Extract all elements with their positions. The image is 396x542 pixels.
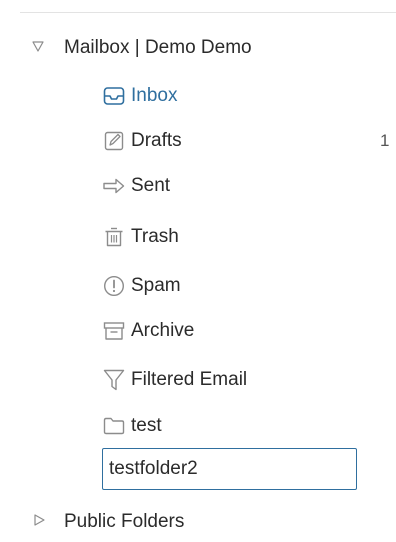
folder-item-inbox[interactable]: Inbox bbox=[92, 78, 392, 114]
folder-label-drafts: Drafts bbox=[131, 130, 182, 151]
spam-icon bbox=[102, 274, 126, 298]
drafts-icon bbox=[102, 129, 126, 153]
folder-item-filtered-email[interactable]: Filtered Email bbox=[92, 362, 392, 398]
folder-item-test[interactable]: test bbox=[92, 408, 392, 444]
filter-icon bbox=[102, 368, 126, 392]
trash-icon bbox=[102, 225, 126, 249]
archive-icon bbox=[102, 319, 126, 343]
folder-item-drafts[interactable]: Drafts 1 bbox=[92, 123, 392, 159]
folder-item-spam[interactable]: Spam bbox=[92, 268, 392, 304]
drafts-count-badge: 1 bbox=[380, 131, 390, 150]
inbox-icon bbox=[102, 84, 126, 108]
folder-label-trash: Trash bbox=[131, 226, 179, 247]
folder-item-archive[interactable]: Archive bbox=[92, 313, 392, 349]
mailbox-expand-toggle-icon[interactable] bbox=[30, 38, 46, 54]
folder-item-sent[interactable]: Sent bbox=[92, 168, 392, 204]
new-folder-name-input[interactable] bbox=[102, 448, 357, 490]
folder-item-trash[interactable]: Trash bbox=[92, 219, 392, 255]
public-folders-title[interactable]: Public Folders bbox=[64, 510, 184, 534]
folder-label-test: test bbox=[131, 415, 162, 436]
folder-label-inbox: Inbox bbox=[131, 85, 178, 106]
folder-label-sent: Sent bbox=[131, 175, 171, 196]
folder-label-archive: Archive bbox=[131, 320, 195, 341]
folder-label-filtered-email: Filtered Email bbox=[131, 369, 248, 390]
public-folders-expand-toggle-icon[interactable] bbox=[31, 512, 47, 528]
folder-icon bbox=[102, 414, 126, 438]
folder-label-spam: Spam bbox=[131, 275, 181, 296]
sent-icon bbox=[102, 174, 126, 198]
mailbox-title[interactable]: Mailbox | Demo Demo bbox=[64, 36, 252, 60]
top-divider bbox=[20, 12, 396, 13]
